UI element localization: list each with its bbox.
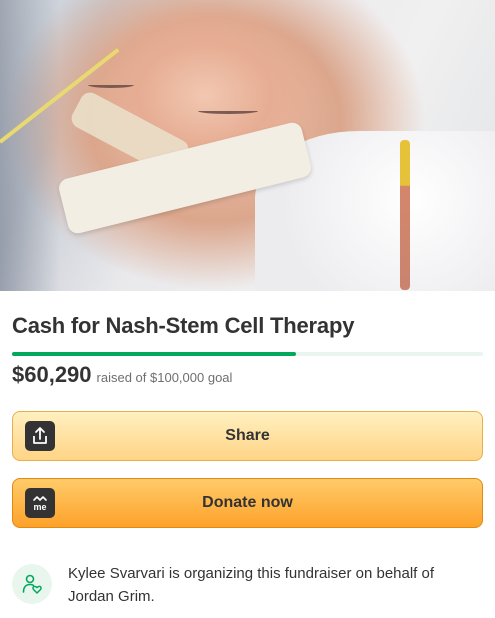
progress-bar: [12, 352, 483, 356]
hero-eye-right: [198, 108, 258, 114]
heart-person-icon: [22, 574, 42, 594]
gofundme-icon: me: [25, 488, 55, 518]
share-icon: [25, 421, 55, 451]
hero-shadow: [0, 0, 60, 291]
svg-text:me: me: [33, 502, 46, 512]
hero-eye-left: [88, 82, 134, 88]
organizer-avatar: [12, 564, 52, 604]
hero-sensor-wire: [400, 140, 410, 290]
progress-bar-fill: [12, 352, 296, 356]
goal-text: raised of $100,000 goal: [96, 370, 233, 385]
amount-raised: $60,290: [12, 362, 92, 387]
share-button[interactable]: Share: [12, 411, 483, 461]
share-button-label: Share: [225, 427, 270, 444]
donate-button[interactable]: me Donate now: [12, 478, 483, 528]
organizer-info: Kylee Svarvari is organizing this fundra…: [12, 562, 483, 608]
organizer-text: Kylee Svarvari is organizing this fundra…: [68, 565, 435, 605]
fundraiser-title: Cash for Nash-Stem Cell Therapy: [12, 313, 355, 338]
fundraiser-hero-image: [0, 0, 495, 291]
donate-button-label: Donate now: [202, 494, 293, 511]
fundraiser-content: Cash for Nash-Stem Cell Therapy $60,290 …: [0, 313, 495, 608]
amount-raised-line: $60,290 raised of $100,000 goal: [12, 362, 483, 388]
